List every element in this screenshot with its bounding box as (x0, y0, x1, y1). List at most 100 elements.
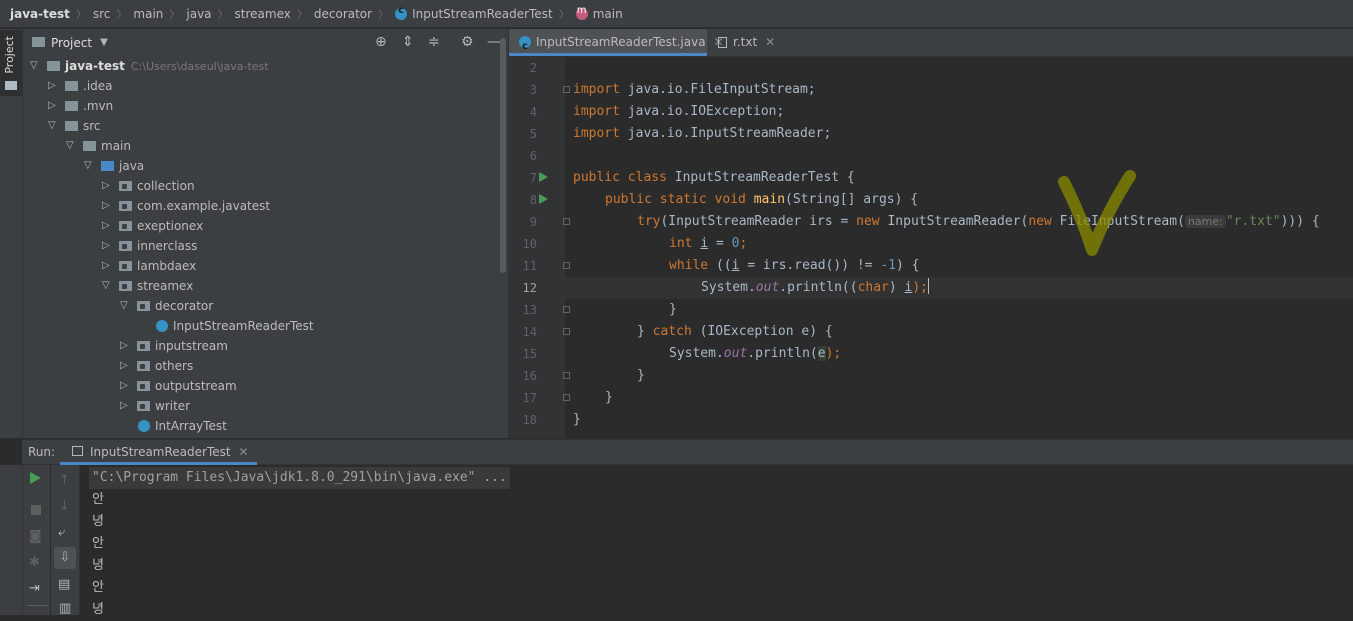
tree-item-java[interactable]: ▽ java (23, 156, 493, 176)
code-text: } (637, 368, 645, 383)
tree-item-decorator[interactable]: ▽ decorator (23, 296, 493, 316)
close-icon[interactable]: ✕ (765, 35, 775, 49)
tree-item-writer[interactable]: ▷ writer (23, 396, 493, 416)
project-scrollbar[interactable] (500, 38, 506, 273)
chevron-down-icon[interactable]: ▽ (66, 136, 76, 156)
trash-icon[interactable]: ▥ (59, 601, 71, 616)
tree-item-idea[interactable]: ▷ .idea (23, 76, 493, 96)
stop-icon[interactable] (31, 505, 41, 515)
close-icon[interactable]: ✕ (239, 440, 249, 465)
camera-icon[interactable]: ◙ (29, 529, 42, 544)
run-console-output[interactable]: "C:\Program Files\Java\jdk1.8.0_291\bin\… (80, 465, 1353, 617)
breadcrumb-main[interactable]: main (133, 7, 163, 21)
chevron-right-icon: 〉 (558, 7, 570, 21)
chevron-down-icon[interactable]: ▽ (30, 56, 40, 76)
code-text: System. (669, 346, 724, 361)
chevron-down-icon[interactable]: ▽ (84, 156, 94, 176)
tab-inputstreamreadertest[interactable]: InputStreamReaderTest.java✕ (509, 29, 724, 60)
exit-icon[interactable]: ⇥ (29, 581, 40, 596)
chevron-down-icon[interactable]: ▽ (48, 116, 58, 136)
chevron-right-icon[interactable]: ▷ (48, 76, 58, 96)
debug-icon[interactable]: ✱ (29, 555, 40, 570)
tree-item-mvn[interactable]: ▷ .mvn (23, 96, 493, 116)
tab-r-txt[interactable]: r.txt ✕ (716, 29, 775, 56)
tree-item-label: inputstream (155, 339, 228, 353)
tree-item-inputstream[interactable]: ▷ inputstream (23, 336, 493, 356)
tree-item-intarraytest[interactable]: IntArrayTest (23, 416, 493, 436)
breadcrumb-java[interactable]: java (186, 7, 211, 21)
project-tool-tab[interactable]: Project (0, 30, 22, 96)
chevron-right-icon[interactable]: ▷ (120, 376, 130, 396)
collapse-all-icon[interactable]: ≑ (428, 34, 440, 50)
tree-item-com-example-javatest[interactable]: ▷ com.example.javatest (23, 196, 493, 216)
tree-item-label: java-test (65, 59, 125, 73)
chevron-down-icon[interactable]: ▽ (120, 296, 130, 316)
code-line-16: } (637, 365, 645, 387)
dropdown-icon[interactable]: ▼ (100, 37, 108, 48)
chevron-right-icon[interactable]: ▷ (120, 336, 130, 356)
chevron-right-icon[interactable]: ▷ (120, 356, 130, 376)
chevron-right-icon[interactable]: ▷ (102, 176, 112, 196)
tree-item-exeptionex[interactable]: ▷ exeptionex (23, 216, 493, 236)
tree-item-collection[interactable]: ▷ collection (23, 176, 493, 196)
console-output-line: 안 (92, 580, 104, 595)
run-main-icon[interactable] (539, 194, 548, 204)
line-number: 2 (529, 61, 537, 75)
soft-wrap-icon[interactable]: ⤶ (58, 525, 65, 540)
code-editor[interactable]: import java.io.FileInputStream; import j… (565, 57, 1353, 438)
code-line-13: } (669, 299, 677, 321)
run-panel-header: Run: InputStreamReaderTest ✕ (22, 439, 1353, 465)
breadcrumb-decorator[interactable]: decorator (314, 7, 372, 21)
breadcrumb-method[interactable]: main (593, 7, 623, 21)
line-number-current: 12 (522, 281, 537, 295)
tree-item-src[interactable]: ▽ src (23, 116, 493, 136)
tree-item-path: C:\Users\daseul\java-test (130, 60, 269, 73)
tree-item-outputstream[interactable]: ▷ outputstream (23, 376, 493, 396)
print-icon[interactable]: ▤ (58, 577, 70, 592)
project-view-selector[interactable]: Project (51, 36, 92, 50)
tree-item-streamex[interactable]: ▽ streamex (23, 276, 493, 296)
tree-item-label: collection (137, 179, 195, 193)
chevron-right-icon[interactable]: ▷ (102, 216, 112, 236)
gear-icon[interactable]: ⚙ (461, 34, 474, 50)
keyword: public class (573, 170, 667, 185)
expand-all-icon[interactable]: ⇕ (402, 34, 414, 50)
run-class-icon[interactable] (539, 172, 548, 182)
console-output-line: 안 (92, 492, 104, 507)
tree-item-main[interactable]: ▽ main (23, 136, 493, 156)
tree-item-inputstreamreadertest[interactable]: InputStreamReaderTest (23, 316, 493, 336)
arrow-up-icon[interactable]: ↑ (59, 473, 70, 488)
chevron-right-icon[interactable]: ▷ (102, 236, 112, 256)
text-file-icon (718, 37, 727, 48)
tree-item-java-test[interactable]: ▽ java-test C:\Users\daseul\java-test (23, 56, 493, 76)
class-icon (519, 33, 531, 60)
locate-icon[interactable]: ⊕ (375, 34, 387, 50)
breadcrumb-src[interactable]: src (93, 7, 111, 21)
tree-item-innerclass[interactable]: ▷ innerclass (23, 236, 493, 256)
chevron-right-icon[interactable]: ▷ (120, 396, 130, 416)
line-number: 8 (529, 193, 537, 207)
breadcrumb-class[interactable]: InputStreamReaderTest (412, 7, 553, 21)
tree-item-label: innerclass (137, 239, 198, 253)
breadcrumb-project[interactable]: java-test (10, 7, 70, 21)
code-text: (( (708, 258, 732, 273)
arrow-down-icon[interactable]: ↓ (59, 499, 70, 514)
code-text: InputStreamReaderTest { (666, 170, 855, 185)
code-text: ; (739, 236, 748, 251)
chevron-right-icon[interactable]: ▷ (48, 96, 58, 116)
folder-icon (5, 81, 17, 90)
keyword: catch (652, 324, 692, 339)
tree-item-label: others (155, 359, 194, 373)
breadcrumb-streamex[interactable]: streamex (235, 7, 291, 21)
chevron-down-icon[interactable]: ▽ (102, 276, 112, 296)
tree-item-others[interactable]: ▷ others (23, 356, 493, 376)
code-text: } (605, 390, 613, 405)
chevron-right-icon[interactable]: ▷ (102, 196, 112, 216)
run-tab[interactable]: InputStreamReaderTest ✕ (60, 440, 257, 465)
package-icon (137, 381, 150, 391)
tree-item-lambdaex[interactable]: ▷ lambdaex (23, 256, 493, 276)
chevron-right-icon[interactable]: ▷ (102, 256, 112, 276)
hide-icon[interactable]: — (487, 34, 501, 50)
rerun-icon[interactable] (30, 472, 41, 484)
scroll-to-end-icon[interactable]: ⇩ (54, 547, 76, 569)
